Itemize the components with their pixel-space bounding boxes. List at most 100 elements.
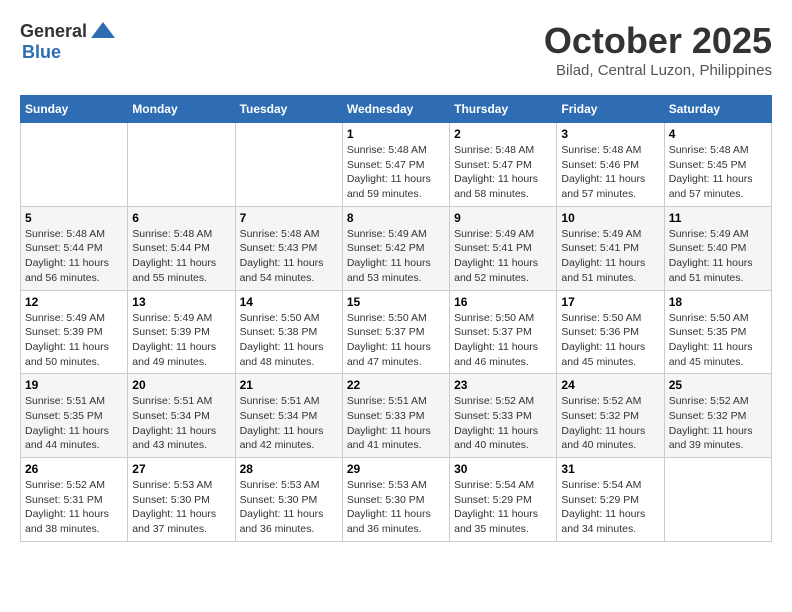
- calendar-day-cell: 25 Sunrise: 5:52 AM Sunset: 5:32 PM Dayl…: [664, 374, 771, 458]
- calendar-day-cell: 23 Sunrise: 5:52 AM Sunset: 5:33 PM Dayl…: [450, 374, 557, 458]
- calendar-week-row: 12 Sunrise: 5:49 AM Sunset: 5:39 PM Dayl…: [21, 290, 772, 374]
- day-number: 9: [454, 211, 552, 225]
- day-number: 31: [561, 462, 659, 476]
- calendar-day-cell: 16 Sunrise: 5:50 AM Sunset: 5:37 PM Dayl…: [450, 290, 557, 374]
- logo-blue: Blue: [22, 42, 61, 63]
- calendar-day-cell: [21, 123, 128, 207]
- calendar-day-cell: 24 Sunrise: 5:52 AM Sunset: 5:32 PM Dayl…: [557, 374, 664, 458]
- calendar-day-cell: 4 Sunrise: 5:48 AM Sunset: 5:45 PM Dayli…: [664, 123, 771, 207]
- day-number: 13: [132, 295, 230, 309]
- calendar-day-cell: 31 Sunrise: 5:54 AM Sunset: 5:29 PM Dayl…: [557, 458, 664, 542]
- day-number: 18: [669, 295, 767, 309]
- calendar-day-cell: 8 Sunrise: 5:49 AM Sunset: 5:42 PM Dayli…: [342, 206, 449, 290]
- day-number: 26: [25, 462, 123, 476]
- day-info: Sunrise: 5:49 AM Sunset: 5:42 PM Dayligh…: [347, 227, 445, 286]
- day-info: Sunrise: 5:48 AM Sunset: 5:44 PM Dayligh…: [132, 227, 230, 286]
- calendar-week-row: 26 Sunrise: 5:52 AM Sunset: 5:31 PM Dayl…: [21, 458, 772, 542]
- header-monday: Monday: [128, 96, 235, 123]
- day-info: Sunrise: 5:54 AM Sunset: 5:29 PM Dayligh…: [454, 478, 552, 537]
- month-title: October 2025: [544, 20, 772, 62]
- day-number: 4: [669, 127, 767, 141]
- day-number: 12: [25, 295, 123, 309]
- header-saturday: Saturday: [664, 96, 771, 123]
- day-info: Sunrise: 5:50 AM Sunset: 5:37 PM Dayligh…: [347, 311, 445, 370]
- calendar-header-row: Sunday Monday Tuesday Wednesday Thursday…: [21, 96, 772, 123]
- day-number: 2: [454, 127, 552, 141]
- calendar-day-cell: 11 Sunrise: 5:49 AM Sunset: 5:40 PM Dayl…: [664, 206, 771, 290]
- day-number: 22: [347, 378, 445, 392]
- title-block: October 2025 Bilad, Central Luzon, Phili…: [544, 20, 772, 79]
- day-info: Sunrise: 5:53 AM Sunset: 5:30 PM Dayligh…: [347, 478, 445, 537]
- calendar-week-row: 19 Sunrise: 5:51 AM Sunset: 5:35 PM Dayl…: [21, 374, 772, 458]
- calendar-day-cell: 22 Sunrise: 5:51 AM Sunset: 5:33 PM Dayl…: [342, 374, 449, 458]
- day-info: Sunrise: 5:52 AM Sunset: 5:31 PM Dayligh…: [25, 478, 123, 537]
- day-info: Sunrise: 5:51 AM Sunset: 5:35 PM Dayligh…: [25, 394, 123, 453]
- day-number: 15: [347, 295, 445, 309]
- day-info: Sunrise: 5:51 AM Sunset: 5:34 PM Dayligh…: [240, 394, 338, 453]
- day-info: Sunrise: 5:53 AM Sunset: 5:30 PM Dayligh…: [240, 478, 338, 537]
- day-info: Sunrise: 5:52 AM Sunset: 5:32 PM Dayligh…: [561, 394, 659, 453]
- day-number: 19: [25, 378, 123, 392]
- day-number: 17: [561, 295, 659, 309]
- calendar-day-cell: 29 Sunrise: 5:53 AM Sunset: 5:30 PM Dayl…: [342, 458, 449, 542]
- calendar-week-row: 1 Sunrise: 5:48 AM Sunset: 5:47 PM Dayli…: [21, 123, 772, 207]
- day-info: Sunrise: 5:52 AM Sunset: 5:32 PM Dayligh…: [669, 394, 767, 453]
- calendar-day-cell: 2 Sunrise: 5:48 AM Sunset: 5:47 PM Dayli…: [450, 123, 557, 207]
- day-info: Sunrise: 5:54 AM Sunset: 5:29 PM Dayligh…: [561, 478, 659, 537]
- day-number: 27: [132, 462, 230, 476]
- day-info: Sunrise: 5:50 AM Sunset: 5:36 PM Dayligh…: [561, 311, 659, 370]
- calendar-day-cell: 6 Sunrise: 5:48 AM Sunset: 5:44 PM Dayli…: [128, 206, 235, 290]
- calendar-table: Sunday Monday Tuesday Wednesday Thursday…: [20, 95, 772, 542]
- calendar-day-cell: 27 Sunrise: 5:53 AM Sunset: 5:30 PM Dayl…: [128, 458, 235, 542]
- logo-bird-icon: [89, 20, 117, 42]
- calendar-day-cell: 3 Sunrise: 5:48 AM Sunset: 5:46 PM Dayli…: [557, 123, 664, 207]
- day-info: Sunrise: 5:48 AM Sunset: 5:47 PM Dayligh…: [454, 143, 552, 202]
- day-info: Sunrise: 5:48 AM Sunset: 5:45 PM Dayligh…: [669, 143, 767, 202]
- calendar-day-cell: 1 Sunrise: 5:48 AM Sunset: 5:47 PM Dayli…: [342, 123, 449, 207]
- day-info: Sunrise: 5:50 AM Sunset: 5:37 PM Dayligh…: [454, 311, 552, 370]
- day-info: Sunrise: 5:49 AM Sunset: 5:40 PM Dayligh…: [669, 227, 767, 286]
- header-wednesday: Wednesday: [342, 96, 449, 123]
- header-friday: Friday: [557, 96, 664, 123]
- header-sunday: Sunday: [21, 96, 128, 123]
- calendar-day-cell: 5 Sunrise: 5:48 AM Sunset: 5:44 PM Dayli…: [21, 206, 128, 290]
- day-info: Sunrise: 5:48 AM Sunset: 5:43 PM Dayligh…: [240, 227, 338, 286]
- day-number: 3: [561, 127, 659, 141]
- day-info: Sunrise: 5:53 AM Sunset: 5:30 PM Dayligh…: [132, 478, 230, 537]
- calendar-week-row: 5 Sunrise: 5:48 AM Sunset: 5:44 PM Dayli…: [21, 206, 772, 290]
- day-number: 16: [454, 295, 552, 309]
- day-number: 14: [240, 295, 338, 309]
- calendar-day-cell: [664, 458, 771, 542]
- day-info: Sunrise: 5:49 AM Sunset: 5:41 PM Dayligh…: [561, 227, 659, 286]
- calendar-day-cell: 12 Sunrise: 5:49 AM Sunset: 5:39 PM Dayl…: [21, 290, 128, 374]
- day-info: Sunrise: 5:51 AM Sunset: 5:33 PM Dayligh…: [347, 394, 445, 453]
- day-number: 21: [240, 378, 338, 392]
- calendar-day-cell: 19 Sunrise: 5:51 AM Sunset: 5:35 PM Dayl…: [21, 374, 128, 458]
- day-info: Sunrise: 5:49 AM Sunset: 5:39 PM Dayligh…: [25, 311, 123, 370]
- day-info: Sunrise: 5:49 AM Sunset: 5:39 PM Dayligh…: [132, 311, 230, 370]
- day-info: Sunrise: 5:52 AM Sunset: 5:33 PM Dayligh…: [454, 394, 552, 453]
- header-tuesday: Tuesday: [235, 96, 342, 123]
- day-number: 24: [561, 378, 659, 392]
- day-number: 29: [347, 462, 445, 476]
- calendar-day-cell: 14 Sunrise: 5:50 AM Sunset: 5:38 PM Dayl…: [235, 290, 342, 374]
- calendar-day-cell: 17 Sunrise: 5:50 AM Sunset: 5:36 PM Dayl…: [557, 290, 664, 374]
- day-number: 7: [240, 211, 338, 225]
- day-info: Sunrise: 5:49 AM Sunset: 5:41 PM Dayligh…: [454, 227, 552, 286]
- calendar-day-cell: 9 Sunrise: 5:49 AM Sunset: 5:41 PM Dayli…: [450, 206, 557, 290]
- day-info: Sunrise: 5:48 AM Sunset: 5:47 PM Dayligh…: [347, 143, 445, 202]
- day-number: 6: [132, 211, 230, 225]
- day-info: Sunrise: 5:50 AM Sunset: 5:35 PM Dayligh…: [669, 311, 767, 370]
- calendar-day-cell: 15 Sunrise: 5:50 AM Sunset: 5:37 PM Dayl…: [342, 290, 449, 374]
- calendar-day-cell: 20 Sunrise: 5:51 AM Sunset: 5:34 PM Dayl…: [128, 374, 235, 458]
- location: Bilad, Central Luzon, Philippines: [544, 62, 772, 79]
- day-number: 10: [561, 211, 659, 225]
- calendar-day-cell: 21 Sunrise: 5:51 AM Sunset: 5:34 PM Dayl…: [235, 374, 342, 458]
- calendar-day-cell: 18 Sunrise: 5:50 AM Sunset: 5:35 PM Dayl…: [664, 290, 771, 374]
- calendar-day-cell: [235, 123, 342, 207]
- logo: General Blue: [20, 20, 117, 63]
- header-thursday: Thursday: [450, 96, 557, 123]
- day-info: Sunrise: 5:48 AM Sunset: 5:46 PM Dayligh…: [561, 143, 659, 202]
- logo-general: General: [20, 21, 87, 42]
- day-number: 23: [454, 378, 552, 392]
